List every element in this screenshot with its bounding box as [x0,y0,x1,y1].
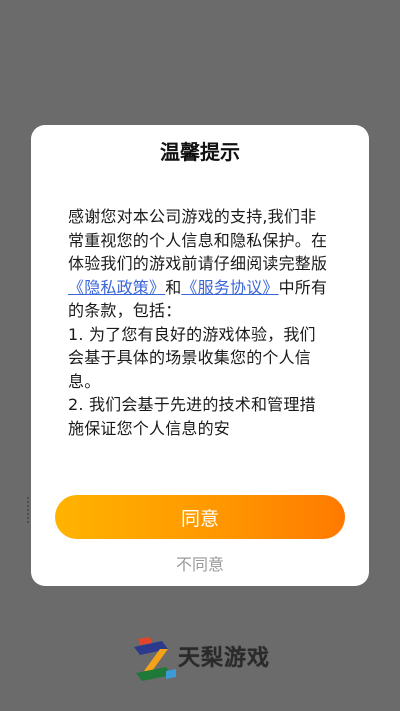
privacy-dialog: 温馨提示 感谢您对本公司游戏的支持,我们非常重视您的个人信息和隐私保护。在体验我… [31,125,369,586]
terms-item-1: 1. 为了您有良好的游戏体验，我们会基于具体的场景收集您的个人信息。 [68,324,316,391]
tianli-logo-icon [134,637,176,681]
and-text: 和 [165,277,182,297]
privacy-policy-link[interactable]: 《隐私政策》 [68,278,165,297]
disagree-button[interactable]: 不同意 [31,551,369,575]
terms-item-2: 2. 我们会基于先进的技术和管理措施保证您个人信息的安 [68,395,316,438]
dialog-title: 温馨提示 [160,140,240,164]
dialog-body[interactable]: 感谢您对本公司游戏的支持,我们非常重视您的个人信息和隐私保护。在体验我们的游戏前… [68,205,330,469]
agree-button[interactable]: 同意 [55,495,345,539]
brand: 天梨游戏 [130,633,280,685]
brand-name: 天梨游戏 [178,646,271,671]
service-agreement-link[interactable]: 《服务协议》 [181,278,278,297]
dialog-paragraph: 感谢您对本公司游戏的支持,我们非常重视您的个人信息和隐私保护。在体验我们的游戏前… [68,205,330,323]
intro-text: 感谢您对本公司游戏的支持,我们非常重视您的个人信息和隐私保护。在体验我们的游戏前… [68,207,328,273]
